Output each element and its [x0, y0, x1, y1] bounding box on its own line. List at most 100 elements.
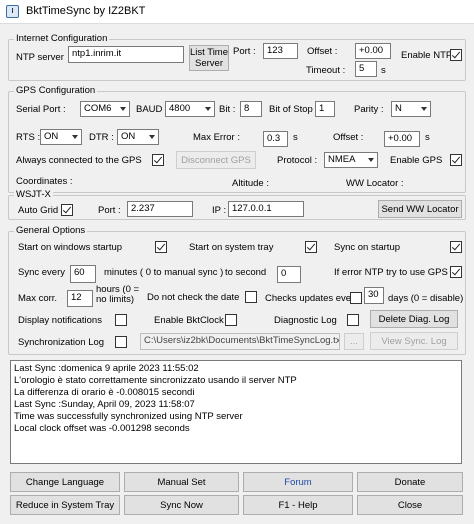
- ntp-offset-input[interactable]: +0.00: [355, 43, 391, 59]
- start-tray-checkbox[interactable]: [305, 241, 317, 253]
- baud-value: 4800: [169, 103, 191, 114]
- enable-gps-checkbox[interactable]: [450, 154, 462, 166]
- enable-gps-label: Enable GPS: [390, 155, 443, 166]
- diagnostic-log-label: Diagnostic Log: [274, 315, 337, 326]
- delete-diag-log-button[interactable]: Delete Diag. Log: [370, 310, 458, 328]
- protocol-label: Protocol :: [277, 155, 318, 166]
- chevron-down-icon: [72, 135, 78, 139]
- change-language-button[interactable]: Change Language: [10, 472, 120, 492]
- max-error-label: Max Error :: [193, 132, 240, 143]
- max-error-unit: s: [293, 132, 298, 143]
- log-line: Last Sync :domenica 9 aprile 2023 11:55:…: [14, 363, 199, 374]
- hours-label: hours (0 = no limits): [96, 284, 140, 305]
- browse-button[interactable]: ...: [344, 333, 364, 350]
- ntp-server-label: NTP server: [16, 52, 64, 63]
- wsjt-ip-input[interactable]: 127.0.0.1: [228, 201, 304, 217]
- no-check-date-label: Do not check the date: [147, 292, 240, 303]
- parity-value: N: [395, 103, 402, 114]
- disconnect-gps-button[interactable]: Disconnect GPS: [176, 151, 256, 169]
- chevron-down-icon: [149, 135, 155, 139]
- gps-config-label: GPS Configuration: [14, 85, 98, 96]
- days-label: days (0 = disable): [388, 293, 464, 304]
- start-windows-label: Start on windows startup: [18, 242, 123, 253]
- enable-bktclock-checkbox[interactable]: [225, 314, 237, 326]
- baud-label: BAUD :: [136, 104, 168, 115]
- checks-updates-label: Checks updates every: [265, 293, 359, 304]
- diagnostic-log-checkbox[interactable]: [347, 314, 359, 326]
- start-tray-label: Start on system tray: [189, 242, 274, 253]
- timeout-input[interactable]: 5: [355, 61, 377, 77]
- list-time-server-button[interactable]: List Time Server: [189, 45, 229, 71]
- ntp-server-input[interactable]: ntp1.inrim.it: [68, 46, 184, 63]
- serial-port-label: Serial Port :: [16, 104, 66, 115]
- sync-now-button[interactable]: Sync Now: [124, 495, 239, 515]
- general-options-label: General Options: [14, 225, 88, 236]
- sync-log-textarea[interactable]: Last Sync :domenica 9 aprile 2023 11:55:…: [10, 360, 462, 464]
- gps-offset-unit: s: [425, 132, 430, 143]
- wsjt-port-label: Port :: [98, 205, 121, 216]
- view-sync-log-button[interactable]: View Sync. Log: [370, 332, 458, 350]
- help-button[interactable]: F1 - Help: [243, 495, 353, 515]
- chevron-down-icon: [120, 107, 126, 111]
- if-error-checkbox[interactable]: [450, 266, 462, 278]
- max-corr-label: Max corr.: [18, 293, 58, 304]
- display-notifications-label: Display notifications: [18, 315, 102, 326]
- rts-value: ON: [44, 131, 59, 142]
- ntp-offset-label: Offset :: [307, 46, 338, 57]
- gps-offset-input[interactable]: +0.00: [384, 131, 420, 147]
- max-corr-input[interactable]: 12: [67, 290, 93, 307]
- bit-of-stop-input[interactable]: 1: [315, 101, 335, 117]
- log-line: Last Sync :Sunday, April 09, 2023 11:58:…: [14, 399, 195, 410]
- altitude-label: Altitude :: [232, 178, 269, 189]
- reduce-tray-button[interactable]: Reduce in System Tray: [10, 495, 120, 515]
- enable-ntp-label: Enable NTP: [401, 50, 453, 61]
- no-check-date-checkbox[interactable]: [245, 291, 257, 303]
- chevron-down-icon: [421, 107, 427, 111]
- sync-every-label: Sync every: [18, 267, 65, 278]
- timeout-unit: s: [381, 65, 386, 76]
- log-line: Time was successfully synchronized using…: [14, 411, 243, 422]
- sync-startup-checkbox[interactable]: [450, 241, 462, 253]
- ntp-port-input[interactable]: 123: [263, 43, 298, 59]
- serial-port-value: COM6: [84, 103, 112, 114]
- ntp-port-label: Port :: [233, 46, 256, 57]
- bit-label: Bit :: [219, 104, 236, 115]
- donate-button[interactable]: Donate: [357, 472, 463, 492]
- manual-set-button[interactable]: Manual Set: [124, 472, 239, 492]
- wsjt-port-input[interactable]: 2.237: [127, 201, 193, 217]
- parity-select[interactable]: N: [391, 101, 431, 117]
- dtr-select[interactable]: ON: [117, 129, 159, 145]
- timeout-label: Timeout :: [306, 65, 346, 76]
- enable-bktclock-label: Enable BktClock: [154, 315, 224, 326]
- rts-select[interactable]: ON: [40, 129, 82, 145]
- app-clock-icon: [6, 5, 19, 18]
- rts-label: RTS :: [16, 132, 41, 143]
- auto-grid-checkbox[interactable]: [61, 204, 73, 216]
- sync-startup-label: Sync on startup: [334, 242, 401, 253]
- forum-button[interactable]: Forum: [243, 472, 353, 492]
- send-ww-locator-button[interactable]: Send WW Locator: [378, 200, 462, 218]
- start-windows-checkbox[interactable]: [155, 241, 167, 253]
- sync-log-label: Synchronization Log: [18, 337, 105, 348]
- sync-every-input[interactable]: 60: [70, 265, 96, 283]
- log-line: L'orologio è stato correttamente sincron…: [14, 375, 297, 386]
- parity-label: Parity :: [354, 104, 384, 115]
- window-title: BktTimeSync by IZ2BKT: [26, 5, 146, 17]
- baud-select[interactable]: 4800: [165, 101, 215, 117]
- sync-log-checkbox[interactable]: [115, 336, 127, 348]
- to-second-input[interactable]: 0: [277, 266, 301, 283]
- to-second-label: to second: [225, 267, 267, 278]
- always-connected-checkbox[interactable]: [152, 154, 164, 166]
- bit-of-stop-label: Bit of Stop: [269, 104, 313, 115]
- serial-port-select[interactable]: COM6: [80, 101, 130, 117]
- bit-input[interactable]: 8: [240, 101, 262, 117]
- sync-log-path-input[interactable]: C:\Users\iz2bk\Documents\BktTimeSyncLog.…: [140, 333, 340, 350]
- max-error-input[interactable]: 0.3: [263, 131, 288, 147]
- checks-updates-checkbox[interactable]: [350, 292, 362, 304]
- checks-updates-input[interactable]: 30: [364, 287, 384, 304]
- display-notifications-checkbox[interactable]: [115, 314, 127, 326]
- minutes-label: minutes ( 0 to manual sync ): [104, 267, 224, 278]
- enable-ntp-checkbox[interactable]: [450, 49, 462, 61]
- protocol-select[interactable]: NMEA: [324, 152, 378, 168]
- close-button[interactable]: Close: [357, 495, 463, 515]
